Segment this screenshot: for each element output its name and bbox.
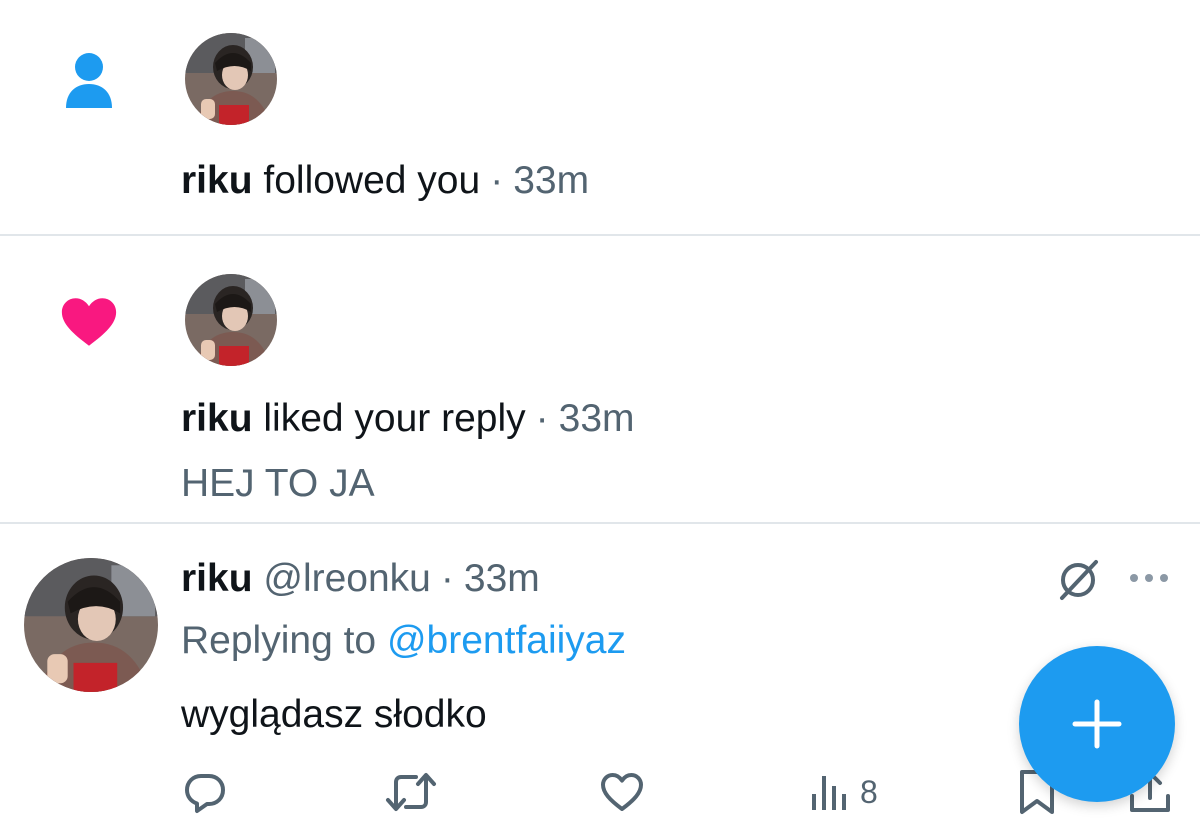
reply-button[interactable] xyxy=(181,765,229,819)
replying-to: Replying to @brentfaiiyaz xyxy=(181,618,626,664)
views-count: 8 xyxy=(860,773,878,810)
compose-button[interactable] xyxy=(1019,646,1175,802)
avatar[interactable] xyxy=(24,558,158,692)
notification-follow[interactable]: riku followed you · 33m xyxy=(0,0,1200,234)
more-icon[interactable] xyxy=(1128,570,1170,586)
separator: · xyxy=(535,397,549,440)
views-icon xyxy=(812,776,846,810)
follow-text: riku followed you · 33m xyxy=(181,158,589,204)
retweet-button[interactable] xyxy=(384,765,438,819)
heart-icon xyxy=(58,291,120,353)
separator: · xyxy=(440,557,454,600)
timestamp: 33m xyxy=(513,159,590,202)
views-button[interactable]: 8 xyxy=(810,765,878,819)
handle[interactable]: @lreonku xyxy=(263,557,431,600)
timestamp: 33m xyxy=(558,397,635,440)
user-name[interactable]: riku xyxy=(181,159,253,202)
liked-reply-preview[interactable]: HEJ TO JA xyxy=(181,461,375,507)
tweet-text: wyglądasz słodko xyxy=(181,693,487,736)
action-text: followed you xyxy=(263,159,481,202)
display-name[interactable]: riku xyxy=(181,557,253,600)
separator: · xyxy=(490,159,504,202)
person-icon xyxy=(58,50,120,112)
tweet-header: riku @lreonku · 33m xyxy=(181,556,540,602)
timestamp[interactable]: 33m xyxy=(464,557,540,600)
like-icon xyxy=(601,773,643,811)
action-text: liked your reply xyxy=(263,397,526,440)
grok-icon[interactable] xyxy=(1054,556,1102,604)
like-text: riku liked your reply · 33m xyxy=(181,396,635,442)
replying-to-link[interactable]: @brentfaiiyaz xyxy=(387,619,626,662)
avatar[interactable] xyxy=(185,274,277,366)
reply-icon xyxy=(185,774,225,813)
like-button[interactable] xyxy=(598,765,646,819)
replying-prefix: Replying to xyxy=(181,619,377,662)
plus-icon xyxy=(1072,699,1122,749)
avatar[interactable] xyxy=(185,33,277,125)
notification-like[interactable]: riku liked your reply · 33m HEJ TO JA xyxy=(0,236,1200,522)
user-name[interactable]: riku xyxy=(181,397,253,440)
retweet-icon xyxy=(386,773,436,811)
